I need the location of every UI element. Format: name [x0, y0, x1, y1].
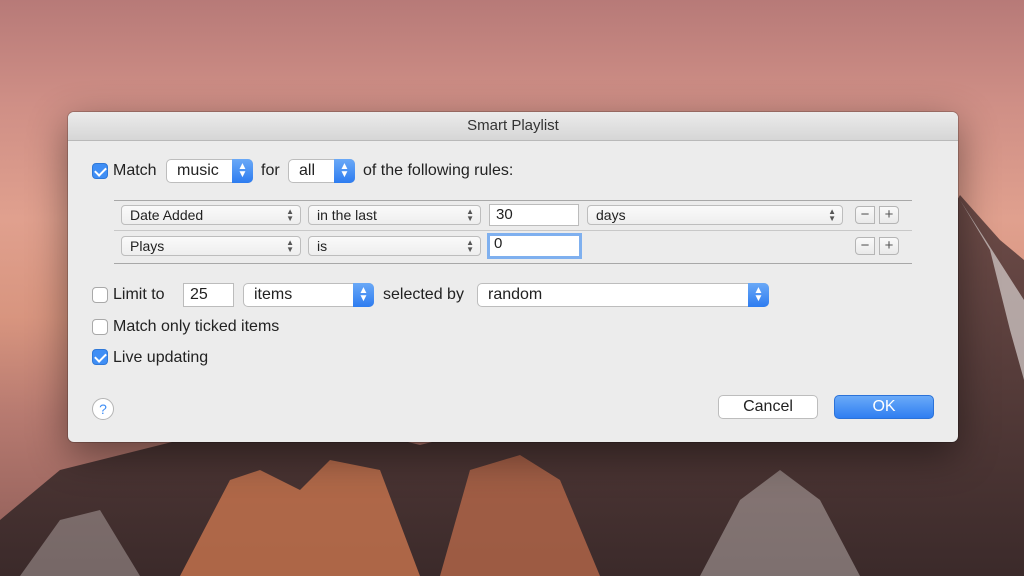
chevron-updown-icon: ▲ ▼: [353, 283, 374, 307]
match-scope-popup[interactable]: all ▲ ▼: [288, 159, 355, 183]
limit-label: Limit to: [113, 286, 165, 303]
chevron-updown-icon: ▲ ▼: [466, 207, 474, 223]
live-updating-checkbox[interactable]: [92, 349, 108, 365]
rule-2-value-field[interactable]: 0: [487, 233, 582, 259]
chevron-updown-icon: ▲ ▼: [286, 238, 294, 254]
limit-checkbox[interactable]: [92, 287, 108, 303]
help-button[interactable]: ?: [92, 398, 114, 420]
chevron-updown-icon: ▲ ▼: [466, 238, 474, 254]
rule-2-remove-button[interactable]: −: [855, 237, 875, 255]
rule-1-unit-popup[interactable]: days ▲ ▼: [587, 205, 843, 225]
limit-unit-popup[interactable]: items ▲ ▼: [243, 283, 374, 307]
rule-1-value-field[interactable]: 30: [489, 204, 579, 226]
match-scope-value: all: [299, 162, 316, 179]
selected-by-value: random: [488, 286, 543, 303]
ticked-only-checkbox[interactable]: [92, 319, 108, 335]
rule-1-add-button[interactable]: +: [879, 206, 899, 224]
chevron-updown-icon: ▲ ▼: [232, 159, 253, 183]
dialog-title: Smart Playlist: [68, 112, 958, 141]
cancel-button[interactable]: Cancel: [718, 395, 818, 419]
chevron-updown-icon: ▲ ▼: [748, 283, 769, 307]
media-kind-popup[interactable]: music ▲ ▼: [166, 159, 253, 183]
smart-playlist-dialog: Smart Playlist Match music ▲ ▼ for all ▲ ▼…: [68, 112, 958, 442]
rule-1-operator-value: in the last: [317, 207, 377, 223]
selected-by-popup[interactable]: random ▲ ▼: [477, 283, 769, 307]
rule-1-unit-value: days: [596, 207, 626, 223]
ticked-only-label: Match only ticked items: [113, 318, 280, 335]
rule-2-operator-value: is: [317, 238, 328, 254]
chevron-updown-icon: ▲ ▼: [334, 159, 355, 183]
limit-count-field[interactable]: 25: [183, 283, 234, 307]
rule-divider: [114, 230, 912, 231]
rule-1-field-popup[interactable]: Date Added ▲ ▼: [121, 205, 301, 225]
media-kind-value: music: [177, 162, 219, 179]
match-checkbox[interactable]: [92, 163, 108, 179]
rule-2-field-value: Plays: [130, 238, 165, 254]
limit-unit-value: items: [254, 286, 293, 303]
live-updating-label: Live updating: [113, 349, 209, 366]
rule-1-field-value: Date Added: [130, 207, 204, 223]
rule-2-field-popup[interactable]: Plays ▲ ▼: [121, 236, 301, 256]
ok-button[interactable]: OK: [834, 395, 934, 419]
selected-by-label: selected by: [383, 286, 464, 303]
match-label: Match: [113, 162, 157, 179]
rule-1-remove-button[interactable]: −: [855, 206, 875, 224]
chevron-updown-icon: ▲ ▼: [286, 207, 294, 223]
rule-1-operator-popup[interactable]: in the last ▲ ▼: [308, 205, 481, 225]
rule-2-operator-popup[interactable]: is ▲ ▼: [308, 236, 481, 256]
for-label: for: [261, 162, 280, 179]
rule-2-add-button[interactable]: +: [879, 237, 899, 255]
rules-suffix-label: of the following rules:: [363, 162, 514, 179]
chevron-updown-icon: ▲ ▼: [828, 207, 836, 223]
